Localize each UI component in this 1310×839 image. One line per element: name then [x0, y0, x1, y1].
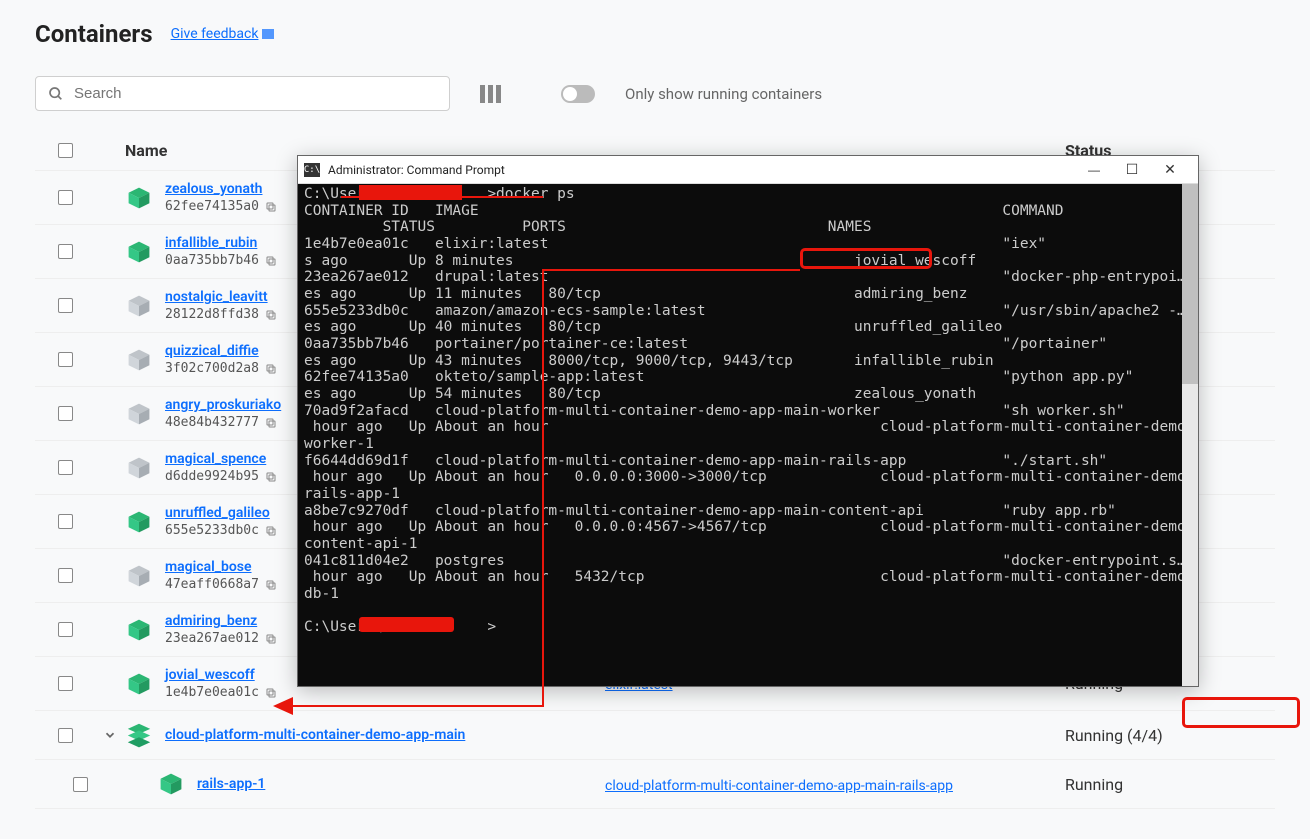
copy-icon[interactable]	[265, 471, 277, 483]
scrollbar-thumb[interactable]	[1182, 184, 1198, 384]
terminal-scrollbar[interactable]	[1182, 184, 1198, 686]
copy-icon[interactable]	[265, 255, 277, 267]
feedback-label: Give feedback	[171, 26, 259, 42]
container-name-link[interactable]: infallible_rubin	[165, 235, 277, 251]
row-checkbox[interactable]	[58, 406, 73, 421]
maximize-button[interactable]	[1122, 161, 1142, 178]
container-hash: 0aa735bb7b46	[165, 253, 259, 268]
row-checkbox[interactable]	[58, 298, 73, 313]
row-checkbox[interactable]	[58, 622, 73, 637]
copy-icon[interactable]	[265, 417, 277, 429]
container-icon	[125, 454, 153, 482]
copy-icon[interactable]	[265, 687, 277, 699]
container-hash: 1e4b7e0ea01c	[165, 685, 259, 700]
status-text: Running (4/4)	[1065, 726, 1205, 745]
terminal-titlebar[interactable]: C:\ Administrator: Command Prompt	[298, 156, 1198, 184]
table-row-stack: cloud-platform-multi-container-demo-app-…	[35, 711, 1275, 760]
row-checkbox[interactable]	[58, 460, 73, 475]
container-hash: 3f02c700d2a8	[165, 361, 259, 376]
container-name-link[interactable]: unruffled_galileo	[165, 505, 277, 521]
row-checkbox[interactable]	[58, 514, 73, 529]
toggle-label: Only show running containers	[625, 85, 822, 103]
row-checkbox[interactable]	[58, 190, 73, 205]
container-icon	[157, 770, 185, 798]
terminal-body[interactable]: C:\Users\ >docker ps CONTAINER ID IMAGE …	[298, 184, 1198, 686]
copy-icon[interactable]	[265, 525, 277, 537]
cmd-icon: C:\	[304, 163, 320, 177]
minimize-button[interactable]	[1084, 161, 1104, 178]
terminal-window[interactable]: C:\ Administrator: Command Prompt C:\Use…	[297, 155, 1199, 687]
container-icon	[125, 292, 153, 320]
row-checkbox[interactable]	[58, 676, 73, 691]
row-checkbox[interactable]	[58, 568, 73, 583]
stack-icon	[125, 721, 153, 749]
container-name-link[interactable]: magical_spence	[165, 451, 277, 467]
row-checkbox[interactable]	[73, 777, 88, 792]
container-icon	[125, 184, 153, 212]
container-name-link[interactable]: angry_proskuriako	[165, 397, 281, 413]
status-text: Running	[1065, 775, 1205, 794]
select-all-checkbox[interactable]	[58, 143, 73, 158]
container-hash: d6dde9924b95	[165, 469, 259, 484]
copy-icon[interactable]	[265, 633, 277, 645]
feedback-link[interactable]: Give feedback	[171, 26, 275, 42]
container-name-link[interactable]: magical_bose	[165, 559, 277, 575]
container-name-link[interactable]: jovial_wescoff	[165, 667, 277, 683]
table-row-child: rails-app-1 cloud-platform-multi-contain…	[35, 760, 1275, 809]
page-title: Containers	[35, 20, 153, 48]
container-name-link[interactable]: rails-app-1	[197, 776, 265, 792]
row-checkbox[interactable]	[58, 352, 73, 367]
container-name-link[interactable]: quizzical_diffie	[165, 343, 277, 359]
row-checkbox[interactable]	[58, 728, 73, 743]
container-icon	[125, 562, 153, 590]
container-hash: 48e84b432777	[165, 415, 259, 430]
container-hash: 655e5233db0c	[165, 523, 259, 538]
container-hash: 23ea267ae012	[165, 631, 259, 646]
container-hash: 28122d8ffd38	[165, 307, 259, 322]
container-name-link[interactable]: admiring_benz	[165, 613, 277, 629]
container-icon	[125, 346, 153, 374]
container-icon	[125, 616, 153, 644]
copy-icon[interactable]	[265, 363, 277, 375]
copy-icon[interactable]	[265, 309, 277, 321]
close-button[interactable]	[1160, 161, 1180, 178]
terminal-title: Administrator: Command Prompt	[328, 163, 1084, 177]
container-icon	[125, 508, 153, 536]
container-hash: 62fee74135a0	[165, 199, 259, 214]
container-name-link[interactable]: nostalgic_leavitt	[165, 289, 277, 305]
container-icon	[125, 238, 153, 266]
search-icon	[48, 86, 64, 102]
search-box[interactable]	[35, 76, 450, 111]
container-icon	[125, 670, 153, 698]
chevron-down-icon[interactable]	[103, 728, 117, 742]
search-input[interactable]	[74, 85, 437, 102]
container-icon	[125, 400, 153, 428]
container-hash: 47eaff0668a7	[165, 577, 259, 592]
container-name-link[interactable]: zealous_yonath	[165, 181, 277, 197]
image-link[interactable]: cloud-platform-multi-container-demo-app-…	[605, 778, 953, 794]
running-toggle[interactable]	[561, 85, 595, 103]
external-link-icon	[262, 29, 274, 39]
stack-name-link[interactable]: cloud-platform-multi-container-demo-app-…	[165, 727, 465, 743]
columns-button[interactable]	[480, 85, 501, 103]
row-checkbox[interactable]	[58, 244, 73, 259]
copy-icon[interactable]	[265, 579, 277, 591]
copy-icon[interactable]	[265, 201, 277, 213]
